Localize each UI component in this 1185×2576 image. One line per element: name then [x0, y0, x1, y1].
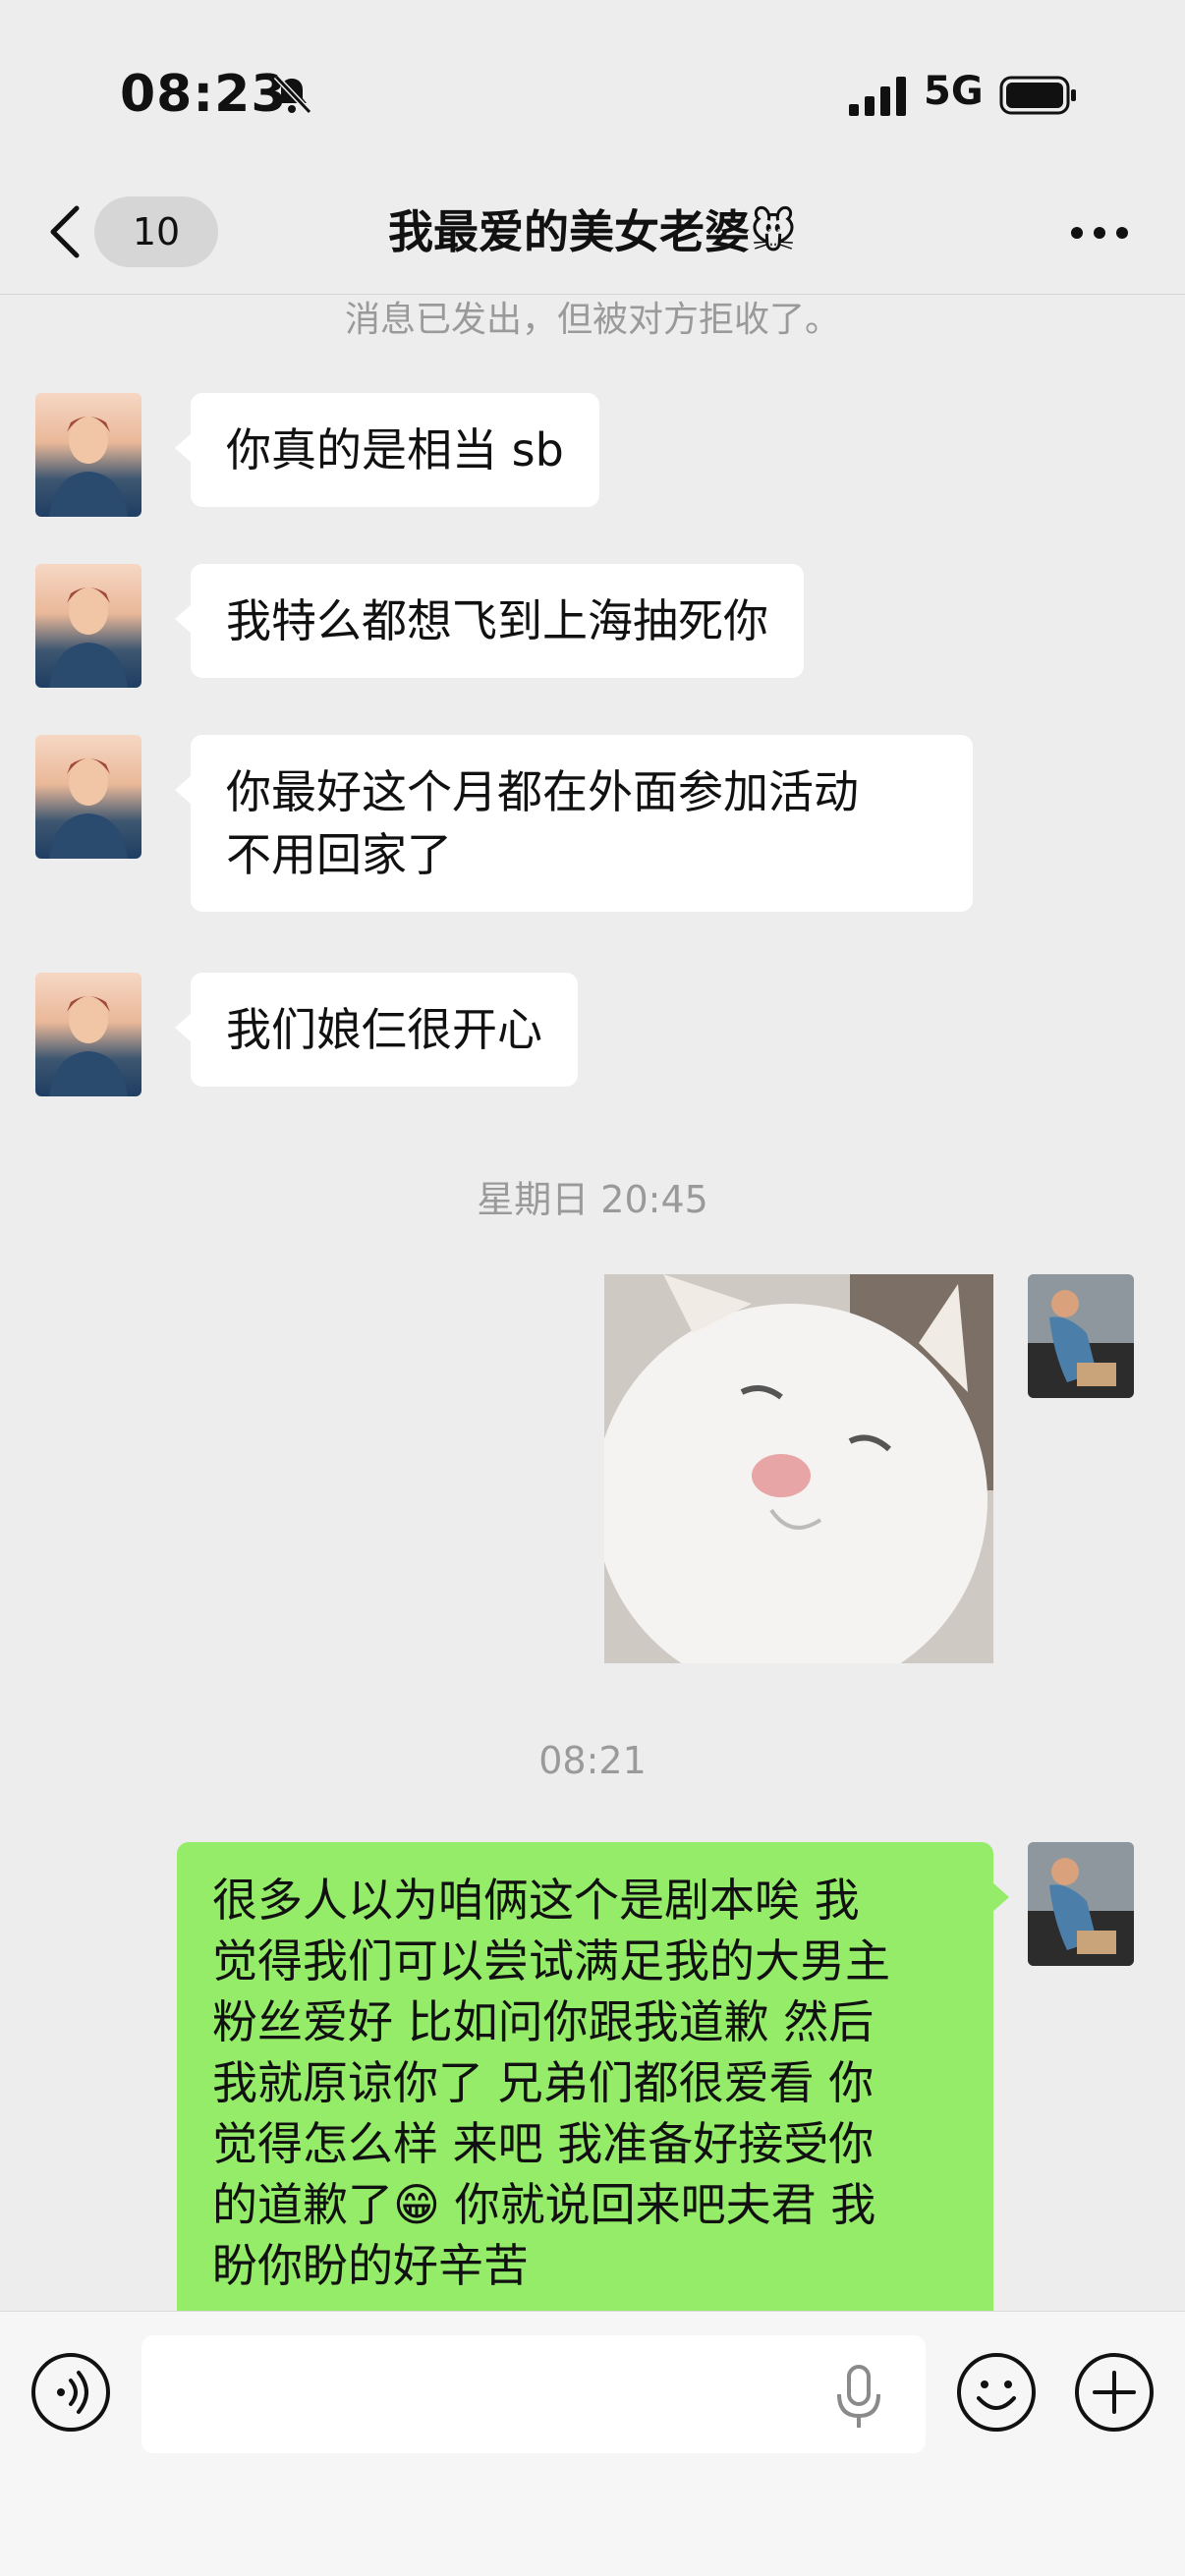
my-avatar[interactable]	[1028, 1842, 1134, 1966]
message-line: 很多人以为咱俩这个是剧本唉 我	[212, 1874, 860, 1927]
status-time: 08:23	[120, 65, 288, 124]
message-line: 觉得怎么样 来吧 我准备好接受你	[212, 2117, 875, 2170]
voice-icon[interactable]	[29, 2351, 112, 2434]
message-line: 粉丝爱好 比如问你跟我道歉 然后	[212, 1995, 875, 2048]
message-input[interactable]	[141, 2335, 926, 2453]
my-avatar[interactable]	[1028, 1274, 1134, 1398]
message-line: 的道歉了😁 你就说回来吧夫君 我	[212, 2178, 876, 2231]
message-bubble[interactable]: 你真的是相当 sb	[175, 393, 599, 507]
chat-screen: 08:23 5G 10 我最爱的美女老婆🐭 消息已发出，但被对方拒收了。 你真的…	[0, 0, 1185, 2576]
message-bubble[interactable]: 我们娘仨很开心	[175, 973, 578, 1087]
message-bubble[interactable]: 我特么都想飞到上海抽死你	[175, 564, 804, 678]
message-line: 不用回家了	[226, 828, 452, 881]
chat-timestamp: 08:21	[538, 1739, 647, 1782]
battery-icon	[999, 76, 1076, 115]
signal-icon	[849, 77, 906, 116]
contact-avatar[interactable]	[35, 393, 141, 517]
emoji-icon[interactable]	[955, 2351, 1038, 2434]
status-bar: 08:23 5G	[0, 0, 1185, 187]
message-line: 你最好这个月都在外面参加活动	[226, 765, 859, 818]
bell-slash-icon	[273, 74, 312, 115]
contact-avatar[interactable]	[35, 973, 141, 1096]
message-line: 觉得我们可以尝试满足我的大男主	[212, 1934, 890, 1988]
message-bubble[interactable]: 你最好这个月都在外面参加活动 不用回家了	[175, 735, 973, 912]
rejected-notice: 消息已发出，但被对方拒收了。	[344, 300, 840, 340]
nav-bar: 10 我最爱的美女老婆🐭	[0, 167, 1185, 295]
plus-icon[interactable]	[1073, 2351, 1156, 2434]
message-bubble-self[interactable]: 很多人以为咱俩这个是剧本唉 我 觉得我们可以尝试满足我的大男主 粉丝爱好 比如问…	[177, 1842, 1009, 2353]
contact-avatar[interactable]	[35, 735, 141, 859]
back-button[interactable]: 10	[39, 195, 218, 269]
message-line: 我就原谅你了 兄弟们都很爱看 你	[212, 2056, 875, 2109]
network-type: 5G	[924, 69, 984, 114]
input-bar	[0, 2311, 1185, 2576]
chat-title: 我最爱的美女老婆🐭	[388, 205, 797, 258]
cat-sticker-image[interactable]	[604, 1274, 993, 1663]
mic-icon[interactable]	[833, 2363, 884, 2432]
more-icon[interactable]	[1069, 218, 1130, 248]
message-line: 盼你盼的好辛苦	[212, 2239, 529, 2292]
contact-avatar[interactable]	[35, 564, 141, 688]
chat-timestamp: 星期日 20:45	[477, 1178, 708, 1221]
chevron-left-icon	[50, 205, 80, 258]
